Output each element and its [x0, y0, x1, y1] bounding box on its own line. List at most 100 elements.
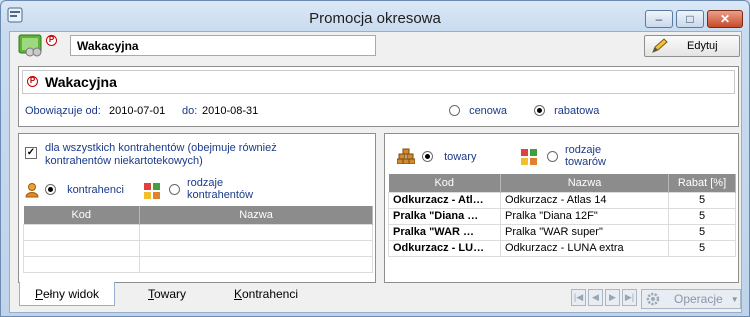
promotion-name-box: P Wakacyjna [22, 70, 735, 94]
radio-cenowa-label: cenowa [469, 105, 507, 117]
all-contractors-label: dla wszystkich kontrahentów (obejmuje ró… [45, 142, 277, 168]
cell-kod [23, 239, 140, 257]
table-row[interactable] [23, 239, 373, 257]
previous-record-button[interactable]: ◀ [588, 289, 603, 306]
cell-nazwa [139, 223, 373, 241]
tab-goods[interactable]: Towary [127, 282, 207, 306]
radio-goods-label: towary [444, 151, 477, 163]
radio-contractor-types[interactable] [169, 184, 180, 195]
contractor-types-radio[interactable] [169, 184, 180, 196]
last-record-button[interactable]: ▶| [622, 289, 637, 306]
cell-kod [23, 255, 140, 273]
pencil-icon [652, 38, 668, 53]
radio-goods[interactable] [422, 151, 433, 162]
contractor-types-icon [144, 183, 160, 199]
all-contractors-label-line2: kontrahentów niekartotekowych) [45, 155, 203, 167]
promotion-name-field[interactable]: Wakacyjna [70, 35, 376, 56]
valid-from-label: Obowiązuje od: [25, 105, 101, 117]
discount-type-radio[interactable]: rabatowa [534, 105, 599, 117]
all-contractors-checkbox[interactable]: ✓ [25, 147, 37, 159]
price-type-radio[interactable]: cenowa [449, 105, 507, 117]
tab-goods-label: owary [153, 287, 186, 301]
cell-rabat: 5 [668, 239, 736, 257]
radio-contractor-types-label: rodzaje kontrahentów [187, 177, 253, 201]
window-title: Promocja okresowa [309, 10, 441, 27]
app-window: Promocja okresowa – □ ✕ P Wakacyjna Edyt… [0, 0, 750, 317]
column-header-kod[interactable]: Kod [388, 174, 501, 192]
maximize-button[interactable]: □ [676, 10, 704, 28]
column-header-nazwa[interactable]: Nazwa [139, 206, 373, 224]
cell-kod: Odkurzacz - LU… [388, 239, 501, 257]
tab-full-view[interactable]: Pełny widok [19, 282, 115, 306]
contractors-panel: ✓ dla wszystkich kontrahentów (obejmuje … [18, 133, 376, 283]
cell-kod [23, 223, 140, 241]
goods-types-icon [521, 149, 537, 165]
radio-goods-types[interactable] [547, 151, 558, 162]
goods-types-radio[interactable] [547, 151, 558, 163]
goods-radio[interactable]: towary [422, 151, 476, 163]
cell-nazwa [139, 239, 373, 257]
contractor-types-label-line1: rodzaje [187, 177, 224, 189]
person-icon [25, 183, 39, 198]
tab-contractors[interactable]: Kontrahenci [221, 282, 311, 306]
column-header-kod[interactable]: Kod [23, 206, 140, 224]
table-row[interactable] [23, 255, 373, 273]
contractor-types-label-line2: kontrahentów [187, 189, 254, 201]
contractors-table[interactable]: Kod Nazwa [23, 206, 373, 273]
radio-contractors-label: kontrahenci [67, 184, 124, 196]
products-table[interactable]: Kod Nazwa Rabat [%] Odkurzacz - Atl… Odk… [388, 174, 736, 257]
gear-icon [646, 292, 660, 306]
operations-button[interactable]: Operacje ▼ [641, 289, 741, 309]
radio-rabatowa-label: rabatowa [554, 105, 600, 117]
table-row[interactable]: Pralka "Diana … Pralka "Diana 12F" 5 [388, 207, 736, 225]
promo-badge-icon: P [27, 76, 38, 87]
cell-kod: Odkurzacz - Atl… [388, 191, 501, 209]
contractors-radio[interactable]: kontrahenci [45, 184, 124, 196]
all-contractors-label-line1: dla wszystkich kontrahentów (obejmuje ró… [45, 142, 277, 154]
client-area: P Wakacyjna Edytuj P Wakacyjna Obowiązuj… [9, 31, 742, 313]
radio-goods-types-label: rodzaje towarów [565, 144, 606, 168]
cell-kod: Pralka "WAR … [388, 223, 501, 241]
tab-contractors-label: ontrahenci [241, 287, 299, 301]
operations-label: Operacje [674, 292, 723, 306]
goods-types-label-line2: towarów [565, 156, 606, 168]
tab-full-view-label: ełny widok [42, 287, 100, 301]
cell-nazwa: Odkurzacz - Atlas 14 [500, 191, 669, 209]
table-row[interactable]: Odkurzacz - Atl… Odkurzacz - Atlas 14 5 [388, 191, 736, 209]
next-record-button[interactable]: ▶ [605, 289, 620, 306]
title-bar[interactable]: Promocja okresowa – □ ✕ [1, 1, 749, 31]
radio-contractors[interactable] [45, 184, 56, 195]
valid-to-label: do: [182, 105, 198, 117]
minimize-button[interactable]: – [645, 10, 673, 28]
first-record-button[interactable]: |◀ [571, 289, 586, 306]
cell-rabat: 5 [668, 223, 736, 241]
promo-badge-icon: P [46, 35, 57, 46]
promotion-icon [18, 34, 42, 57]
table-row[interactable] [23, 223, 373, 241]
products-panel: towary rodzaje towarów Kod Nazwa Rabat [… [384, 133, 739, 283]
promotion-title: Wakacyjna [45, 74, 117, 90]
table-row[interactable]: Pralka "WAR … Pralka "WAR super" 5 [388, 223, 736, 241]
cell-nazwa: Pralka "Diana 12F" [500, 207, 669, 225]
cell-nazwa: Pralka "WAR super" [500, 223, 669, 241]
radio-rabatowa[interactable] [534, 105, 545, 116]
edit-button[interactable]: Edytuj [644, 35, 740, 57]
radio-cenowa[interactable] [449, 105, 460, 116]
valid-to-field[interactable]: 2010-08-31 [200, 104, 268, 119]
column-header-rabat[interactable]: Rabat [%] [668, 174, 736, 192]
cell-rabat: 5 [668, 207, 736, 225]
chevron-down-icon: ▼ [730, 294, 739, 304]
cell-nazwa: Odkurzacz - LUNA extra [500, 239, 669, 257]
edit-button-label: Edytuj [687, 40, 718, 52]
products-table-header: Kod Nazwa Rabat [%] [388, 174, 736, 192]
cell-nazwa [139, 255, 373, 273]
tab-contractors-accel: K [233, 287, 242, 301]
column-header-nazwa[interactable]: Nazwa [500, 174, 669, 192]
cell-rabat: 5 [668, 191, 736, 209]
tab-full-view-accel: P [34, 287, 43, 301]
valid-from-field[interactable]: 2010-07-01 [107, 104, 175, 119]
table-row[interactable]: Odkurzacz - LU… Odkurzacz - LUNA extra 5 [388, 239, 736, 257]
close-button[interactable]: ✕ [707, 10, 743, 28]
cell-kod: Pralka "Diana … [388, 207, 501, 225]
goods-types-label-line1: rodzaje [565, 144, 602, 156]
